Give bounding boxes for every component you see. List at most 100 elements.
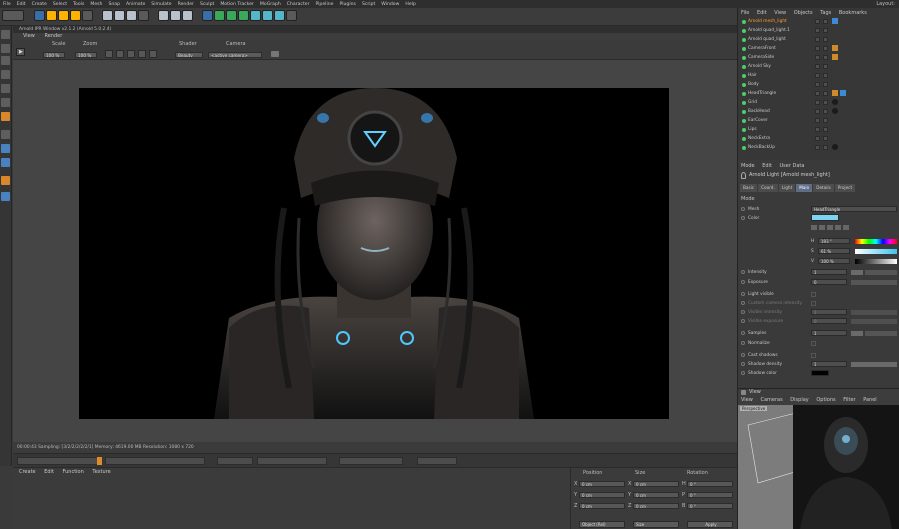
object-row[interactable]: CameraSide [742, 54, 897, 61]
object-name[interactable]: HeadTriangle [748, 90, 816, 97]
view-menu-panel[interactable]: Panel [863, 397, 877, 403]
spectrum-icon[interactable] [819, 225, 825, 230]
rotation-p-field[interactable]: 0 ° [687, 492, 733, 498]
compare-icon[interactable] [149, 50, 157, 58]
color-wheel-icon[interactable] [811, 225, 817, 230]
menu-character[interactable]: Character [287, 2, 310, 7]
protection-tag-icon[interactable] [832, 45, 838, 51]
saturation-slider[interactable] [855, 249, 897, 254]
visible-exposure-slider[interactable] [851, 319, 897, 324]
polygons-mode-icon[interactable] [1, 112, 10, 121]
object-name[interactable]: Arnold quad_light.1 [748, 27, 816, 34]
object-name[interactable]: Arnold Sky [748, 63, 816, 70]
view-menu-filter[interactable]: Filter [843, 397, 855, 403]
value-field[interactable]: 100 % [818, 258, 850, 264]
position-x-field[interactable]: 0 cm [579, 481, 625, 487]
tab-details[interactable]: Details [813, 184, 834, 192]
menu-motion-tracker[interactable]: Motion Tracker [220, 2, 254, 7]
cube-icon[interactable] [202, 10, 213, 21]
value-slider[interactable] [855, 259, 897, 264]
visibility-toggle[interactable] [815, 118, 820, 123]
live-selection-icon[interactable] [34, 10, 45, 21]
menu-script[interactable]: Script [362, 2, 375, 7]
y-axis-icon[interactable] [114, 10, 125, 21]
visibility-toggle[interactable] [815, 91, 820, 96]
menu-snap[interactable]: Snap [108, 2, 120, 7]
enable-checkbox[interactable] [823, 118, 828, 123]
tab-coord[interactable]: Coord. [758, 184, 778, 192]
enable-checkbox[interactable] [823, 145, 828, 150]
x-axis-icon[interactable] [102, 10, 113, 21]
hue-slider[interactable] [855, 239, 897, 244]
visibility-toggle[interactable] [815, 73, 820, 78]
snapshot-icon[interactable] [138, 50, 146, 58]
scale-tool-icon[interactable] [58, 10, 69, 21]
enable-checkbox[interactable] [823, 91, 828, 96]
object-row[interactable]: NeckExtra [742, 135, 897, 142]
camera-snapshot-icon[interactable] [271, 51, 279, 57]
size-y-field[interactable]: 0 cm [633, 492, 679, 498]
menu-select[interactable]: Select [53, 2, 67, 7]
snap-icon[interactable] [1, 130, 10, 139]
view-menu-display[interactable]: Display [790, 397, 808, 403]
exposure-field[interactable]: 0 [811, 279, 847, 285]
spline-pen-icon[interactable] [214, 10, 225, 21]
object-name[interactable]: NeckExtra [748, 135, 816, 142]
obj-menu-bookmarks[interactable]: Bookmarks [839, 10, 867, 16]
tweak-mode-icon[interactable] [1, 158, 10, 167]
visible-intensity-slider[interactable] [851, 310, 897, 315]
enable-checkbox[interactable] [823, 82, 828, 87]
object-name[interactable]: Lips [748, 126, 816, 133]
object-name[interactable]: Arnold mesh_light [748, 18, 816, 25]
attr-menu-userdata[interactable]: User Data [780, 163, 805, 169]
enable-checkbox[interactable] [823, 28, 828, 33]
object-row[interactable]: Hair [742, 72, 897, 79]
normalize-checkbox[interactable] [811, 341, 816, 346]
edges-mode-icon[interactable] [1, 98, 10, 107]
menu-window[interactable]: Window [381, 2, 399, 7]
crop-icon[interactable] [127, 50, 135, 58]
camera-select[interactable]: <active camera> [208, 52, 262, 58]
object-name[interactable]: EarCover [748, 117, 816, 124]
protection-tag-icon[interactable] [832, 54, 838, 60]
obj-menu-view[interactable]: View [774, 10, 786, 16]
visibility-toggle[interactable] [815, 100, 820, 105]
render-picture-viewer-icon[interactable] [170, 10, 181, 21]
arnold-tag-icon[interactable] [840, 90, 846, 96]
arnold-tag-icon[interactable] [832, 18, 838, 24]
color-swatch[interactable] [811, 214, 839, 221]
protection-tag-icon[interactable] [832, 90, 838, 96]
visibility-toggle[interactable] [815, 136, 820, 141]
rotate-tool-icon[interactable] [70, 10, 81, 21]
recent-tool-icon[interactable] [82, 10, 93, 21]
exposure-slider[interactable] [851, 280, 897, 285]
visibility-toggle[interactable] [815, 37, 820, 42]
object-row[interactable]: CameraFront [742, 45, 897, 52]
visibility-toggle[interactable] [815, 82, 820, 87]
object-row[interactable]: Arnold quad_light [742, 36, 897, 43]
obj-menu-edit[interactable]: Edit [757, 10, 767, 16]
light-icon[interactable] [286, 10, 297, 21]
menu-tools[interactable]: Tools [73, 2, 84, 7]
material-tag-icon[interactable] [832, 144, 838, 150]
scene-icon[interactable] [262, 10, 273, 21]
visibility-toggle[interactable] [815, 55, 820, 60]
record-controls[interactable] [257, 457, 327, 465]
tab-basic[interactable]: Basic [740, 184, 758, 192]
array-icon[interactable] [238, 10, 249, 21]
region-icon[interactable] [116, 50, 124, 58]
fit-icon[interactable] [105, 50, 113, 58]
obj-menu-file[interactable]: File [741, 10, 749, 16]
locked-workplane-icon[interactable] [1, 192, 10, 201]
object-mode-select[interactable]: Object (Rel) [579, 521, 625, 528]
intensity-slider-track[interactable] [865, 270, 897, 275]
enable-checkbox[interactable] [823, 64, 828, 69]
intensity-field[interactable]: 1 [811, 269, 847, 275]
object-name[interactable]: Hair [748, 72, 816, 79]
view-menu-view[interactable]: View [741, 397, 753, 403]
object-row[interactable]: Arnold Sky [742, 63, 897, 70]
timeline-range[interactable] [105, 457, 205, 465]
object-name[interactable]: Arnold quad_light [748, 36, 816, 43]
visible-exposure-field[interactable]: 0 [811, 318, 847, 324]
rotation-h-field[interactable]: 0 ° [687, 481, 733, 487]
